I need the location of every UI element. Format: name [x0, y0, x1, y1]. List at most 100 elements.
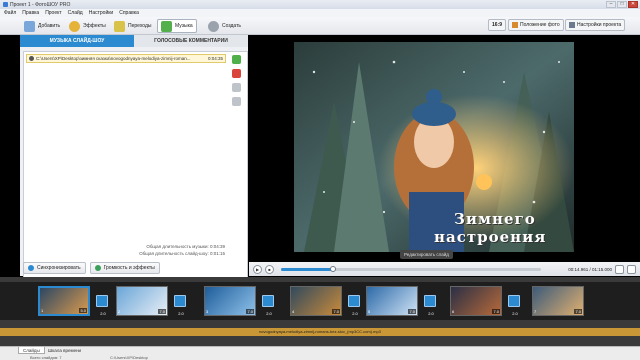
add-button[interactable]: Добавить: [20, 19, 64, 33]
window-controls: – □ ✕: [606, 1, 638, 8]
volume-effects-label: Громкость и эффекты: [103, 265, 155, 271]
aspect-ratio-button[interactable]: 16:9: [488, 19, 507, 31]
add-button-label: Добавить: [38, 23, 61, 29]
remove-music-icon[interactable]: [232, 69, 241, 78]
app-icon: [3, 2, 8, 7]
move-down-icon[interactable]: [232, 97, 241, 106]
minimize-button[interactable]: –: [606, 1, 616, 8]
sync-button[interactable]: Синхронизировать: [23, 262, 86, 274]
slide-thumbnail[interactable]: 1 5.0: [38, 286, 90, 316]
slide-thumbnail[interactable]: 3 7.0: [204, 286, 256, 316]
edit-slide-button[interactable]: Редактировать слайд: [400, 250, 453, 259]
menu-help[interactable]: Справка: [119, 10, 139, 16]
playback-progress[interactable]: [281, 265, 541, 272]
snapshot-icon[interactable]: [615, 264, 624, 274]
total-slideshow-duration: Общая длительность слайд-шоу: 0:01:15: [139, 251, 225, 256]
play-button[interactable]: ▶: [253, 264, 262, 274]
transition-thumbnail[interactable]: 2.0: [262, 295, 274, 316]
project-settings-button[interactable]: Настройки проекта: [565, 19, 626, 31]
menu-project[interactable]: Проект: [45, 10, 61, 16]
create-button-label: Создать: [222, 23, 242, 29]
tab-voice-comments[interactable]: ГОЛОСОВЫЕ КОММЕНТАРИИ: [134, 35, 248, 47]
slide-number: 5: [368, 309, 371, 314]
slide-thumbnail[interactable]: 5 7.0: [366, 286, 418, 316]
slide-number: 2: [118, 309, 121, 314]
music-button[interactable]: Музыка: [157, 19, 197, 33]
transition-thumbnail[interactable]: 2.0: [96, 295, 108, 316]
title-bar: Проект 1 - ФотоШОУ PRO – □ ✕: [0, 0, 640, 9]
transition-thumbnail[interactable]: 2.0: [174, 295, 186, 316]
menu-slide[interactable]: Слайд: [68, 10, 83, 16]
create-film-icon: [208, 20, 219, 32]
preview-area: Зимнего настроения: [249, 35, 640, 276]
track-play-icon[interactable]: [29, 56, 34, 61]
transition-thumbnail[interactable]: 2.0: [508, 295, 520, 316]
create-button[interactable]: Создать: [204, 19, 245, 33]
transitions-button[interactable]: Переходы: [110, 19, 155, 33]
track-path: C:\Users\XP\Desktop\зимняя сказка\novogo…: [36, 56, 191, 61]
window-title: Проект 1 - ФотоШОУ PRO: [10, 1, 71, 8]
preview-photo: Зимнего настроения: [294, 42, 574, 252]
close-button[interactable]: ✕: [628, 1, 638, 8]
photo-position-button[interactable]: Положение фото: [508, 19, 564, 31]
slide-thumbnail[interactable]: 2 7.0: [116, 286, 168, 316]
tab-timeline[interactable]: Шкала времени: [44, 347, 85, 354]
transition-thumbnail[interactable]: 2.0: [424, 295, 436, 316]
menu-settings[interactable]: Настройки: [89, 10, 114, 16]
music-side-tools: [232, 55, 241, 106]
music-track[interactable]: C:\Users\XP\Desktop\зимняя сказка\novogo…: [26, 54, 226, 63]
tab-slideshow-music[interactable]: МУЗЫКА СЛАЙД-ШОУ: [20, 35, 134, 47]
slide-duration: 7.0: [158, 309, 166, 314]
progress-fill: [281, 267, 333, 271]
transition-duration: 2.0: [266, 311, 272, 316]
effects-button-label: Эффекты: [83, 23, 106, 29]
slide-thumbnail[interactable]: 4 7.0: [290, 286, 342, 316]
fullscreen-icon[interactable]: [627, 264, 636, 274]
transition-duration: 2.0: [428, 311, 434, 316]
slide-number: 6: [452, 309, 455, 314]
transition-duration: 2.0: [100, 311, 106, 316]
sync-icon: [28, 265, 34, 271]
slide-count: Всего слайдов: 7: [30, 355, 62, 360]
music-actions: Синхронизировать Громкость и эффекты: [20, 262, 160, 275]
slide-duration: 7.0: [574, 309, 582, 314]
main-toolbar: Добавить Эффекты Переходы Музыка Создать…: [0, 17, 640, 35]
project-settings-label: Настройки проекта: [577, 22, 622, 28]
tab-slides[interactable]: Слайды: [18, 347, 45, 354]
playback-bar: ▶ ■ 00:14.961 / 01:15.000: [249, 262, 640, 276]
transition-thumbnail[interactable]: 2.0: [348, 295, 360, 316]
aspect-ratio-label: 16:9: [492, 22, 503, 28]
music-totals: Общая длительность музыки: 0:04:39 Общая…: [20, 243, 225, 257]
photo-position-label: Положение фото: [520, 22, 560, 28]
slide-duration: 7.0: [408, 309, 416, 314]
music-track-strip[interactable]: novogodnyaya-melodiya-zimnij-romans-bez-…: [0, 328, 640, 336]
filmstrip: 1 5.0 2.0 2 7.0 2.0 3 7.0 2.0 4 7.0 2.0 5 7.0 2.0 6 7.0 2…: [0, 282, 640, 320]
sync-button-label: Синхронизировать: [37, 265, 81, 271]
slide-thumbnail[interactable]: 7 7.0: [532, 286, 584, 316]
move-up-icon[interactable]: [232, 83, 241, 92]
volume-effects-button[interactable]: Громкость и эффекты: [89, 262, 160, 274]
add-music-icon[interactable]: [232, 55, 241, 64]
progress-knob[interactable]: [330, 265, 336, 272]
maximize-button[interactable]: □: [617, 1, 627, 8]
slide-duration: 5.0: [79, 308, 87, 313]
transitions-icon: [114, 20, 125, 32]
photo-position-icon: [512, 22, 518, 28]
stop-button[interactable]: ■: [265, 264, 274, 274]
menu-edit[interactable]: Правка: [22, 10, 39, 16]
track-duration: 0:04:35: [207, 56, 223, 61]
music-panel: МУЗЫКА СЛАЙД-ШОУ ГОЛОСОВЫЕ КОММЕНТАРИИ C…: [20, 35, 248, 287]
timeline: 1 5.0 2.0 2 7.0 2.0 3 7.0 2.0 4 7.0 2.0 5 7.0 2.0 6 7.0 2…: [0, 277, 640, 346]
slide-thumbnail[interactable]: 6 7.0: [450, 286, 502, 316]
volume-icon: [94, 265, 101, 271]
overlay-title-1: Зимнего: [454, 210, 536, 228]
slide-number: 4: [292, 309, 295, 314]
slide-duration: 7.0: [332, 309, 340, 314]
transitions-button-label: Переходы: [128, 23, 152, 29]
music-tabs: МУЗЫКА СЛАЙД-ШОУ ГОЛОСОВЫЕ КОММЕНТАРИИ: [20, 35, 248, 47]
menu-file[interactable]: Файл: [4, 10, 16, 16]
slide-number: 3: [206, 309, 209, 314]
timecode: 00:14.961 / 01:15.000: [568, 266, 612, 272]
effects-button[interactable]: Эффекты: [65, 19, 110, 33]
transition-duration: 2.0: [178, 311, 184, 316]
